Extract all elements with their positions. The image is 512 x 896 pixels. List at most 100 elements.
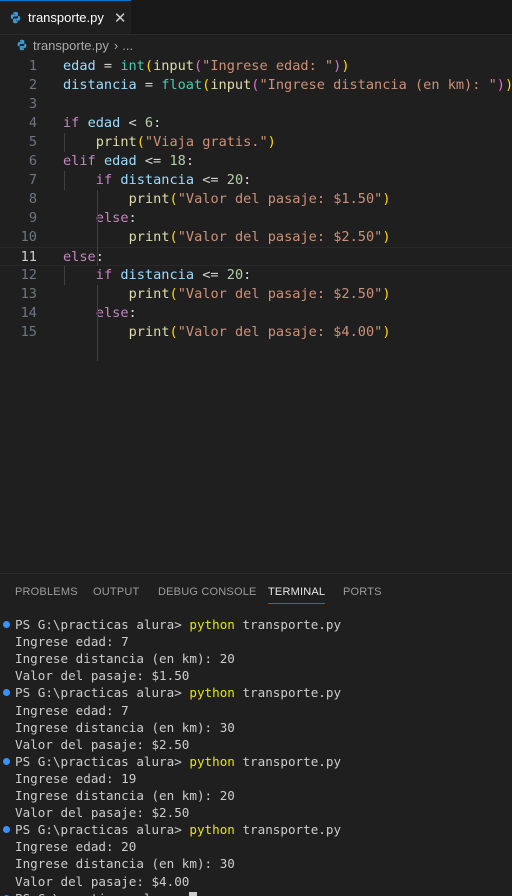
code-token: print	[128, 286, 170, 302]
code-line[interactable]: 15 print("Valor del pasaje: $4.00")	[0, 323, 512, 342]
code-token: "Viaja gratis."	[144, 134, 268, 150]
code-line[interactable]: 5 print("Viaja gratis.")	[0, 133, 512, 152]
code-token: input	[210, 77, 252, 93]
indent-guide	[96, 190, 98, 228]
code-line[interactable]: 6 elif edad <= 18:	[0, 152, 512, 171]
terminal-line: PS G:\practicas alura>	[15, 890, 198, 896]
code-line[interactable]: 4 if edad < 6:	[0, 114, 512, 133]
code-line[interactable]: 7 if distancia <= 20:	[0, 171, 512, 190]
code-token: "Valor del pasaje: $4.00"	[177, 324, 383, 340]
code-token: =	[95, 58, 121, 74]
line-number: 1	[28, 58, 37, 74]
code-token: if	[63, 115, 80, 131]
code-line[interactable]: 13 print("Valor del pasaje: $2.50")	[0, 285, 512, 304]
code-token: distancia	[120, 267, 195, 283]
code-line[interactable]: 2 distancia = float(input("Ingrese distan…	[0, 76, 512, 95]
terminal-prompt: PS G:\practicas alura>	[15, 891, 189, 896]
close-icon[interactable]: ✕	[114, 9, 127, 27]
code-line[interactable]: 12 if distancia <= 20:	[0, 266, 512, 285]
code-token: :	[243, 172, 252, 188]
code-token: 20	[226, 172, 244, 188]
terminal-line: PS G:\practicas alura> python transporte…	[15, 753, 341, 770]
terminal-prompt: PS G:\practicas alura>	[15, 822, 190, 838]
terminal-line: Ingrese distancia (en km): 30	[15, 855, 235, 872]
code-token: 6	[144, 115, 154, 131]
code-line[interactable]: 9 else:	[0, 209, 512, 228]
terminal-output: Valor del pasaje: $1.50	[15, 668, 190, 684]
terminal-line: PS G:\practicas alura> python transporte…	[15, 821, 341, 838]
code-token: :	[128, 210, 137, 226]
code-text: if distancia <= 20:	[96, 171, 252, 190]
line-number: 2	[28, 77, 37, 93]
command-status-dot[interactable]	[3, 689, 10, 697]
command-status-dot[interactable]	[3, 621, 10, 628]
editor-tab-bar: transporte.py ✕	[0, 0, 512, 35]
terminal[interactable]: PS G:\practicas alura> python transporte…	[0, 609, 512, 896]
terminal-output: Valor del pasaje: $4.00	[15, 873, 190, 889]
code-token: elif	[63, 153, 96, 169]
code-token: print	[128, 324, 170, 340]
tab-ports[interactable]: PORTS	[343, 586, 382, 598]
code-token: (	[169, 324, 178, 340]
tab-output[interactable]: OUTPUT	[93, 586, 139, 598]
terminal-output: Ingrese distancia (en km): 20	[15, 651, 235, 667]
code-line[interactable]: 8 print("Valor del pasaje: $1.50")	[0, 190, 512, 209]
terminal-line: Ingrese edad: 19	[15, 770, 136, 787]
code-text: print("Valor del pasaje: $2.50")	[129, 285, 391, 304]
terminal-output: Ingrese edad: 7	[15, 702, 129, 718]
indent-guide	[64, 133, 65, 152]
code-token: <=	[194, 267, 227, 283]
tab-transporte-py[interactable]: transporte.py ✕	[0, 0, 131, 34]
terminal-output: Valor del pasaje: $2.50	[15, 805, 190, 821]
code-token: )	[382, 324, 391, 340]
code-token: (	[193, 58, 203, 74]
code-token: else	[95, 210, 129, 226]
line-number: 3	[28, 96, 37, 112]
code-token: (	[169, 229, 178, 245]
breadcrumb-file[interactable]: transporte.py	[33, 38, 109, 53]
code-token: int	[120, 58, 145, 74]
terminal-output: Ingrese distancia (en km): 30	[15, 719, 235, 735]
code-token: <=	[194, 172, 227, 188]
code-text: else:	[96, 209, 137, 228]
code-token: print	[128, 191, 170, 207]
code-token: if	[95, 172, 113, 188]
indent-guide	[96, 228, 98, 266]
code-token: "Ingrese edad: "	[202, 58, 334, 74]
code-token: else	[95, 305, 129, 321]
terminal-output: Ingrese edad: 7	[15, 634, 129, 650]
terminal-prompt: PS G:\practicas alura>	[15, 685, 190, 701]
code-token: <	[120, 115, 145, 131]
code-token: )	[382, 286, 391, 302]
tab-problems[interactable]: PROBLEMS	[15, 586, 78, 598]
code-token: )	[496, 77, 505, 93]
code-token: "Valor del pasaje: $2.50"	[177, 229, 383, 245]
code-text: print("Viaja gratis.")	[96, 133, 276, 152]
line-number: 9	[28, 210, 37, 226]
code-token: print	[95, 134, 137, 150]
command-status-dot[interactable]	[3, 757, 10, 765]
code-token: =	[136, 77, 162, 93]
code-token: (	[144, 58, 154, 74]
code-editor[interactable]: 1 edad = int(input("Ingrese edad: ")) 2 dis…	[0, 56, 512, 573]
terminal-line: Valor del pasaje: $4.00	[15, 873, 189, 890]
code-token: edad	[87, 115, 121, 131]
tab-terminal[interactable]: TERMINAL	[268, 586, 326, 604]
code-line[interactable]: 1 edad = int(input("Ingrese edad: "))	[0, 57, 512, 76]
code-line[interactable]: 14 else:	[0, 304, 512, 323]
terminal-command: python	[189, 822, 235, 838]
tab-debug-console[interactable]: DEBUG CONSOLE	[158, 586, 257, 598]
line-number: 15	[20, 324, 37, 340]
code-token: "Valor del pasaje: $2.50"	[177, 286, 383, 302]
code-token: edad	[63, 58, 96, 74]
terminal-line: PS G:\practicas alura> python transporte…	[15, 684, 341, 701]
code-text: print("Valor del pasaje: $1.50")	[129, 190, 391, 209]
code-line[interactable]: 3	[0, 95, 512, 114]
terminal-line: Ingrese distancia (en km): 20	[15, 787, 235, 804]
terminal-line: Ingrese edad: 7	[15, 702, 129, 719]
code-line[interactable]: 11 else:	[0, 247, 512, 266]
code-line[interactable]: 10 print("Valor del pasaje: $2.50")	[0, 228, 512, 247]
command-status-dot[interactable]	[3, 826, 10, 834]
breadcrumb-symbol[interactable]: ...	[122, 38, 133, 53]
